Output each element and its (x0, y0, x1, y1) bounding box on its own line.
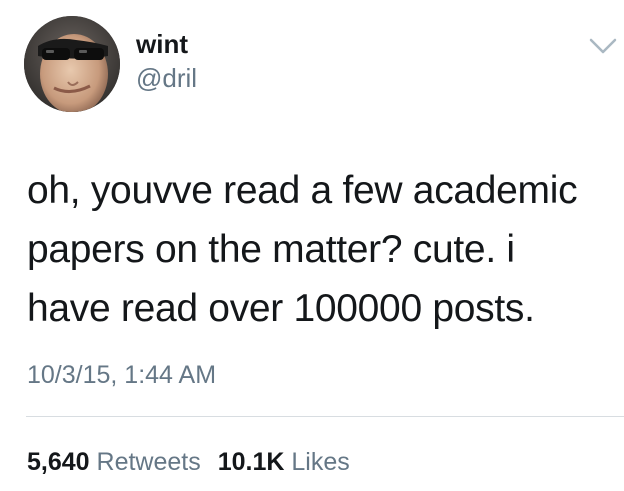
engagement-stats: 5,640 Retweets 10.1K Likes (27, 446, 360, 478)
retweets-label: Retweets (96, 448, 201, 476)
likes-label: Likes (291, 448, 350, 476)
tweet-text-line: oh, youvve read a few academic (27, 169, 578, 212)
tweet-text-line: papers on the matter? cute. i (27, 228, 515, 271)
likes-stat[interactable]: 10.1K Likes (218, 446, 350, 478)
profile-photo (24, 16, 120, 112)
retweets-count: 5,640 (27, 448, 90, 476)
tweet-timestamp[interactable]: 10/3/15, 1:44 AM (27, 359, 216, 391)
username-handle[interactable]: @dril (136, 62, 197, 94)
divider (26, 416, 624, 417)
tweet-text: oh, youvve read a few academic papers on… (27, 161, 607, 338)
display-name[interactable]: wint (136, 28, 188, 60)
tweet-text-line: have read over 100000 posts. (27, 287, 535, 330)
avatar[interactable] (24, 16, 120, 112)
retweets-stat[interactable]: 5,640 Retweets (27, 446, 201, 478)
likes-count: 10.1K (217, 448, 285, 476)
chevron-down-icon[interactable] (588, 34, 618, 58)
